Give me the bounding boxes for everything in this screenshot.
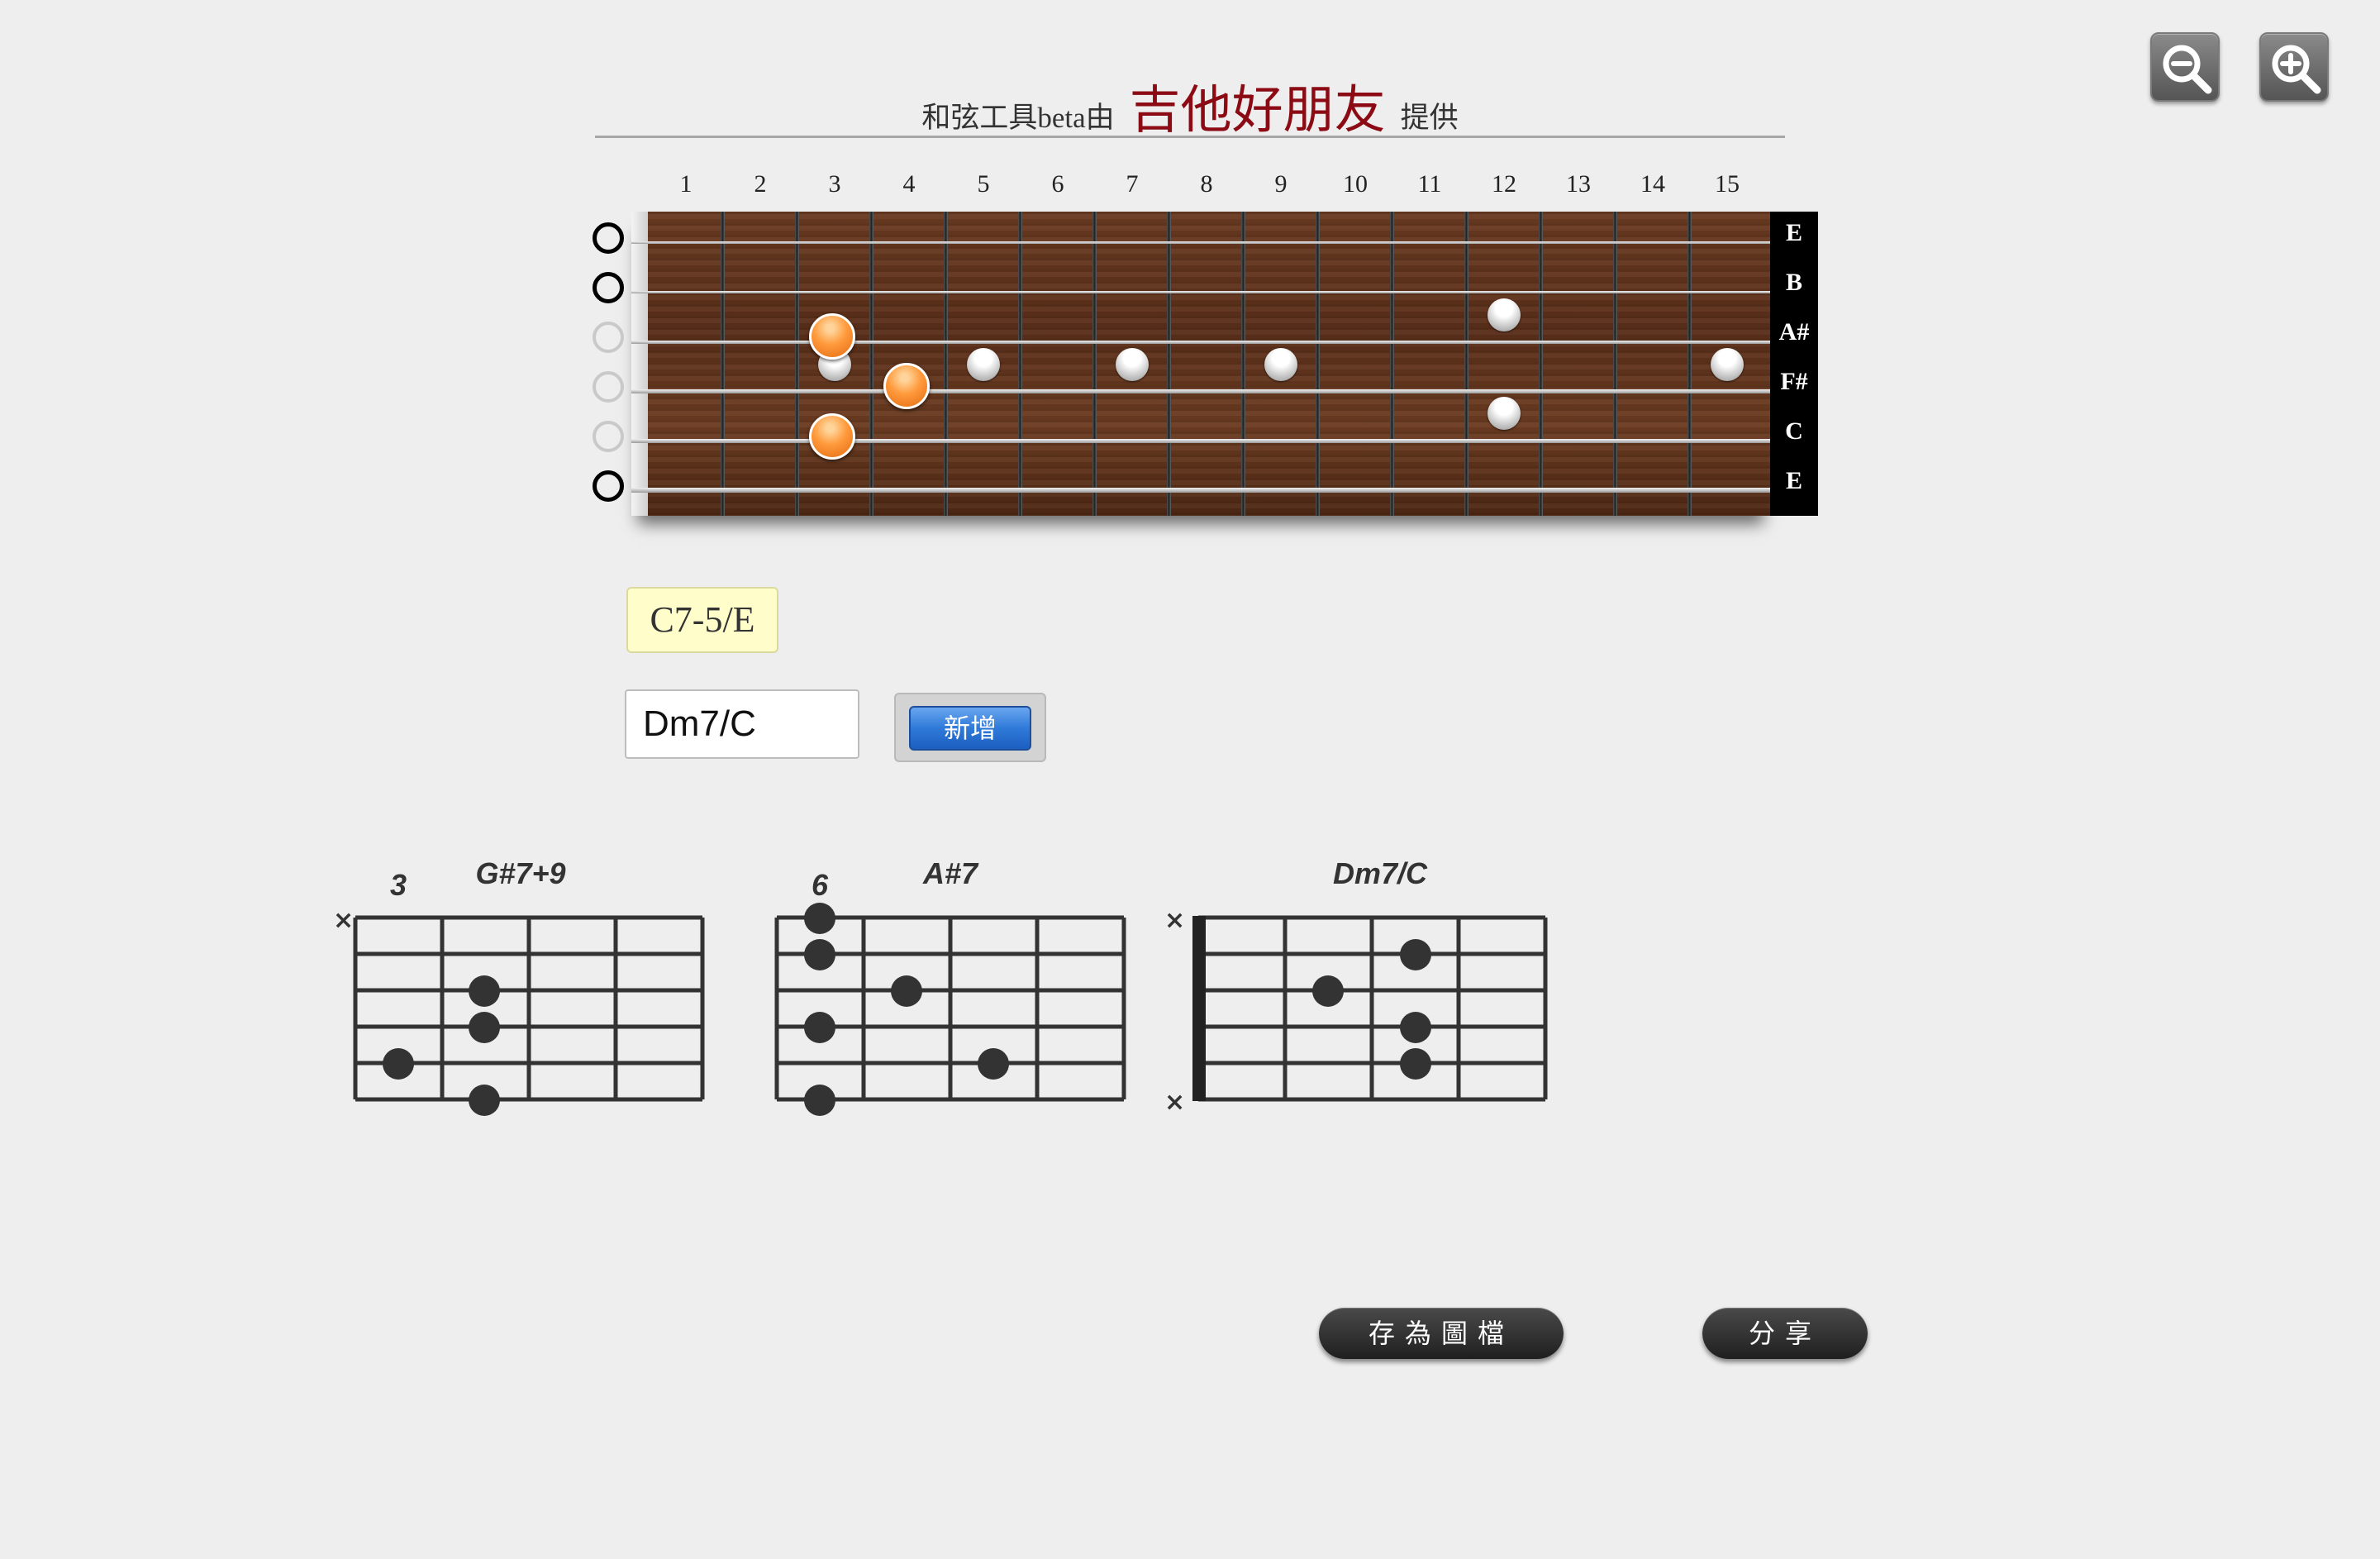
diagram-dot	[383, 1048, 414, 1080]
chord-diagram[interactable]: 3 G#7+9 ×	[314, 835, 711, 1132]
diagram-grid: × ×	[1164, 906, 1548, 1117]
fret-number: 8	[1200, 170, 1213, 198]
fret-wire	[869, 212, 873, 516]
zoom-out-icon	[2163, 45, 2212, 94]
fret-wire	[1464, 212, 1468, 516]
share-button[interactable]: 分享	[1702, 1308, 1868, 1359]
diagram-dot	[804, 1012, 835, 1043]
chord-diagram[interactable]: Dm7/C × ×	[1157, 835, 1554, 1132]
diagram-dot	[978, 1048, 1009, 1080]
fret-number: 13	[1566, 170, 1591, 198]
inlay-marker	[1488, 397, 1521, 430]
brand-title[interactable]: 吉他好朋友	[1130, 83, 1386, 139]
open-string-toggle[interactable]	[593, 470, 624, 502]
fret-wire	[1316, 212, 1320, 516]
muted-string-toggle[interactable]	[593, 421, 624, 452]
inlay-marker	[1711, 348, 1744, 381]
muted-string-toggle[interactable]	[593, 322, 624, 353]
add-button-frame: 新增	[894, 693, 1046, 762]
string-label: A#	[1778, 318, 1810, 346]
fret-number: 10	[1343, 170, 1368, 198]
guitar-string	[631, 241, 1770, 244]
fretted-note[interactable]	[883, 363, 930, 409]
diagram-dot	[804, 903, 835, 934]
diagram-dot	[469, 1012, 500, 1043]
zoom-out-button[interactable]	[2150, 32, 2220, 102]
fret-number: 3	[828, 170, 841, 198]
chord-name-input[interactable]	[625, 689, 859, 759]
diagram-nut	[1192, 916, 1206, 1101]
fret-wire	[944, 212, 948, 516]
fret-number: 6	[1051, 170, 1064, 198]
header-prefix: 和弦工具beta由	[921, 102, 1115, 134]
fret-wire	[1390, 212, 1394, 516]
fret-number: 9	[1274, 170, 1288, 198]
fret-wire	[1613, 212, 1617, 516]
fretboard[interactable]	[631, 212, 1770, 516]
fret-wire	[1539, 212, 1543, 516]
diagram-dot	[804, 939, 835, 970]
string-label: B	[1785, 269, 1802, 296]
diagram-grid: ×	[333, 906, 705, 1116]
inlay-marker	[967, 348, 1000, 381]
diagram-dot	[1400, 1012, 1431, 1043]
fret-wire	[1687, 212, 1692, 516]
fret-wire	[795, 212, 799, 516]
string-label: E	[1785, 467, 1802, 494]
fret-number: 2	[754, 170, 767, 198]
fret-wire	[1241, 212, 1245, 516]
string-label: E	[1785, 219, 1802, 246]
fretted-note[interactable]	[809, 413, 855, 460]
diagram-grid	[774, 903, 1126, 1116]
guitar-string	[631, 439, 1770, 443]
fret-number: 1	[679, 170, 693, 198]
guitar-string	[631, 488, 1770, 493]
fret-number: 7	[1126, 170, 1139, 198]
fretboard-nut	[631, 212, 648, 516]
fret-number: 11	[1417, 170, 1442, 198]
string-label: C	[1785, 417, 1803, 445]
fretted-note[interactable]	[809, 313, 855, 360]
current-chord-label: C7-5/E	[626, 587, 778, 653]
chord-diagram[interactable]: 6 A#7	[735, 835, 1132, 1132]
diagram-dot	[1312, 975, 1344, 1007]
inlay-marker	[1264, 348, 1297, 381]
string-label: F#	[1780, 368, 1808, 395]
fret-wire	[721, 212, 725, 516]
fret-number: 15	[1715, 170, 1740, 198]
fret-number: 4	[902, 170, 916, 198]
diagram-dot	[804, 1085, 835, 1116]
zoom-in-button[interactable]	[2259, 32, 2329, 102]
muted-string-toggle[interactable]	[593, 371, 624, 403]
muted-string-mark: ×	[333, 906, 354, 935]
inlay-marker	[1116, 348, 1149, 381]
zoom-in-icon	[2272, 45, 2321, 94]
diagram-dot	[1400, 1048, 1431, 1080]
diagram-dot	[469, 975, 500, 1007]
save-image-button[interactable]: 存為圖檔	[1319, 1308, 1564, 1359]
guitar-string	[631, 341, 1770, 344]
fret-wire	[1018, 212, 1022, 516]
add-chord-button[interactable]: 新增	[909, 706, 1031, 751]
diagram-dot	[1400, 939, 1431, 970]
muted-string-mark: ×	[1164, 1088, 1185, 1117]
page-header: 和弦工具beta由 吉他好朋友 提供	[595, 68, 1785, 139]
header-suffix: 提供	[1400, 102, 1459, 134]
inlay-marker	[1488, 298, 1521, 331]
fret-wire	[1092, 212, 1097, 516]
header-divider	[595, 136, 1785, 138]
open-string-toggle[interactable]	[593, 222, 624, 254]
open-string-toggle[interactable]	[593, 272, 624, 303]
fret-wire	[1167, 212, 1171, 516]
fret-number: 5	[977, 170, 990, 198]
muted-string-mark: ×	[1164, 906, 1185, 935]
guitar-string	[631, 389, 1770, 393]
fret-number: 12	[1492, 170, 1516, 198]
diagram-dot	[891, 975, 922, 1007]
guitar-string	[631, 291, 1770, 293]
diagram-dot	[469, 1085, 500, 1116]
fret-number: 14	[1640, 170, 1665, 198]
